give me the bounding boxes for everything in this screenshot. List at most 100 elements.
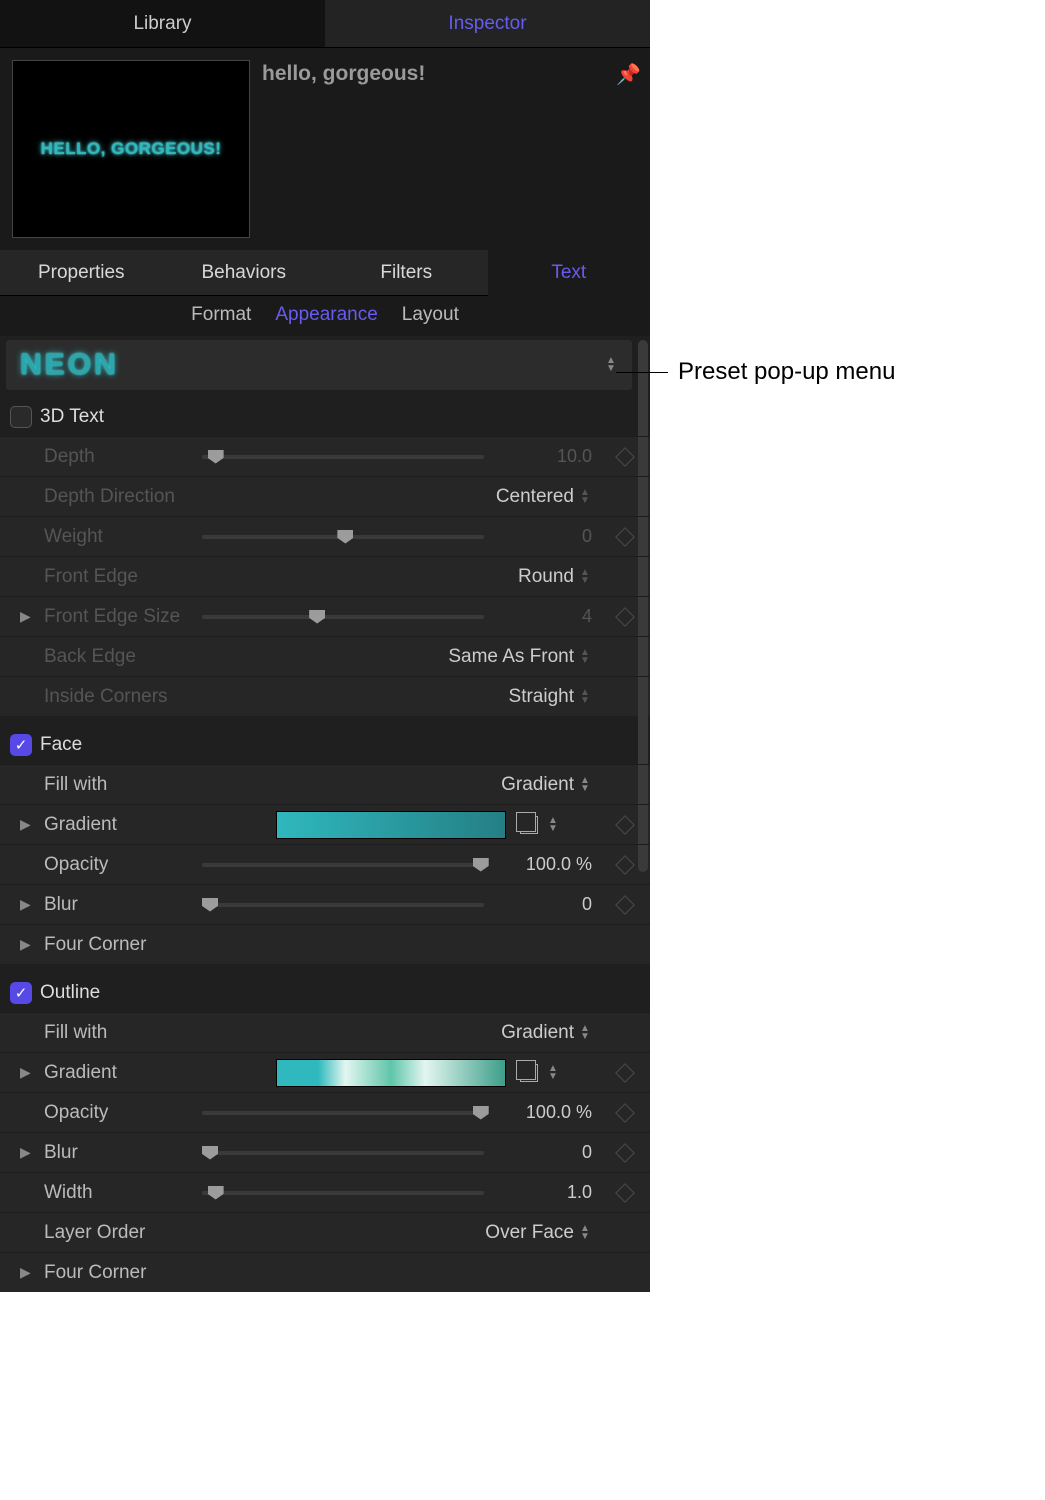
tab-text[interactable]: Text [488,250,651,296]
gradient-preset-icon[interactable] [520,1064,538,1082]
disclosure-icon[interactable] [20,1144,31,1161]
row-face-opacity: Opacity 100.0 % [0,844,650,884]
row-front-edge-size: Front Edge Size 4 [0,596,650,636]
weight-slider[interactable] [202,535,484,539]
keyframe-icon[interactable] [615,447,635,467]
layer-title: hello, gorgeous! [262,60,604,86]
front-edge-size-slider[interactable] [202,615,484,619]
disclosure-icon[interactable] [20,608,31,625]
gradient-preset-icon[interactable] [520,816,538,834]
row-outline-opacity: Opacity 100.0 % [0,1092,650,1132]
annotation-label: Preset pop-up menu [678,358,895,386]
outline-fill-with-popup[interactable]: Gradient▲▼ [501,1022,592,1044]
keyframe-icon[interactable] [615,1063,635,1083]
front-edge-popup[interactable]: Round▲▼ [518,566,592,588]
preview-thumbnail-text: HELLO, GORGEOUS! [41,139,222,159]
section-outline-header[interactable]: ✓ Outline [0,974,650,1012]
face-opacity-slider[interactable] [202,863,484,867]
text-mode-appearance[interactable]: Appearance [275,304,377,326]
outline-blur-value[interactable]: 0 [502,1142,592,1163]
preview-thumbnail: HELLO, GORGEOUS! [12,60,250,238]
back-edge-popup[interactable]: Same As Front▲▼ [448,646,592,668]
row-inside-corners: Inside Corners Straight▲▼ [0,676,650,716]
front-edge-label: Front Edge [44,566,194,588]
disclosure-icon[interactable] [20,1264,31,1281]
inspector-panel: Library Inspector HELLO, GORGEOUS! hello… [0,0,650,1292]
annotation-callout: Preset pop-up menu [616,358,1036,386]
section-3d-text-header[interactable]: 3D Text [0,398,650,436]
tab-behaviors[interactable]: Behaviors [163,250,326,296]
outline-opacity-slider[interactable] [202,1111,484,1115]
keyframe-icon[interactable] [615,527,635,547]
checkbox-outline[interactable]: ✓ [10,982,32,1004]
keyframe-icon[interactable] [615,895,635,915]
preview-area: HELLO, GORGEOUS! hello, gorgeous! 📌 [0,48,650,250]
front-edge-size-value[interactable]: 4 [502,606,592,627]
back-edge-label: Back Edge [44,646,194,668]
text-mode-format[interactable]: Format [191,304,251,326]
face-four-corner-label: Four Corner [44,934,194,956]
outline-opacity-label: Opacity [44,1102,194,1124]
section-face-rows: Fill with Gradient▲▼ Gradient ▲▼ Opacity [0,764,650,964]
keyframe-icon[interactable] [615,815,635,835]
preset-label: NEON [20,348,119,382]
outline-gradient-well[interactable] [276,1059,506,1087]
face-gradient-well[interactable] [276,811,506,839]
pin-icon[interactable]: 📌 [616,60,638,87]
checkbox-3d-text[interactable] [10,406,32,428]
weight-value[interactable]: 0 [502,526,592,547]
checkbox-face[interactable]: ✓ [10,734,32,756]
inside-corners-popup[interactable]: Straight▲▼ [509,686,592,708]
depth-value[interactable]: 10.0 [502,446,592,467]
row-outline-fill-with: Fill with Gradient▲▼ [0,1012,650,1052]
section-face-header[interactable]: ✓ Face [0,726,650,764]
tab-library[interactable]: Library [0,0,325,48]
preset-popup-menu[interactable]: NEON ▲▼ [6,340,632,390]
outline-layer-order-popup[interactable]: Over Face▲▼ [485,1222,592,1244]
keyframe-icon[interactable] [615,1183,635,1203]
tab-filters[interactable]: Filters [325,250,488,296]
stepper-icon[interactable]: ▲▼ [546,1062,560,1084]
weight-label: Weight [44,526,194,548]
tab-inspector[interactable]: Inspector [325,0,650,48]
row-outline-layer-order: Layer Order Over Face▲▼ [0,1212,650,1252]
row-face-gradient: Gradient ▲▼ [0,804,650,844]
annotation-line [616,372,668,373]
disclosure-icon[interactable] [20,896,31,913]
row-face-blur: Blur 0 [0,884,650,924]
face-opacity-label: Opacity [44,854,194,876]
disclosure-icon[interactable] [20,1064,31,1081]
section-face-label: Face [40,734,82,756]
outline-width-label: Width [44,1182,194,1204]
keyframe-icon[interactable] [615,855,635,875]
disclosure-icon[interactable] [20,816,31,833]
keyframe-icon[interactable] [615,1143,635,1163]
outline-width-value[interactable]: 1.0 [502,1182,592,1203]
face-opacity-value[interactable]: 100.0 % [502,854,592,875]
row-face-fill-with: Fill with Gradient▲▼ [0,764,650,804]
face-blur-label: Blur [44,894,194,916]
depth-direction-label: Depth Direction [44,486,194,508]
tab-properties[interactable]: Properties [0,250,163,296]
face-blur-value[interactable]: 0 [502,894,592,915]
outline-fill-with-label: Fill with [44,1022,194,1044]
keyframe-icon[interactable] [615,1103,635,1123]
text-mode-switch: Format Appearance Layout [0,296,650,336]
depth-direction-popup[interactable]: Centered▲▼ [496,486,592,508]
face-fill-with-popup[interactable]: Gradient▲▼ [501,774,592,796]
text-mode-layout[interactable]: Layout [402,304,459,326]
depth-label: Depth [44,446,194,468]
face-gradient-label: Gradient [44,814,194,836]
outline-blur-slider[interactable] [202,1151,484,1155]
row-outline-width: Width 1.0 [0,1172,650,1212]
outline-opacity-value[interactable]: 100.0 % [502,1102,592,1123]
outline-four-corner-label: Four Corner [44,1262,194,1284]
face-blur-slider[interactable] [202,903,484,907]
depth-slider[interactable] [202,455,484,459]
keyframe-icon[interactable] [615,607,635,627]
section-outline-rows: Fill with Gradient▲▼ Gradient ▲▼ Opacity [0,1012,650,1292]
stepper-icon[interactable]: ▲▼ [546,814,560,836]
outline-layer-order-label: Layer Order [44,1222,194,1244]
outline-width-slider[interactable] [202,1191,484,1195]
disclosure-icon[interactable] [20,936,31,953]
